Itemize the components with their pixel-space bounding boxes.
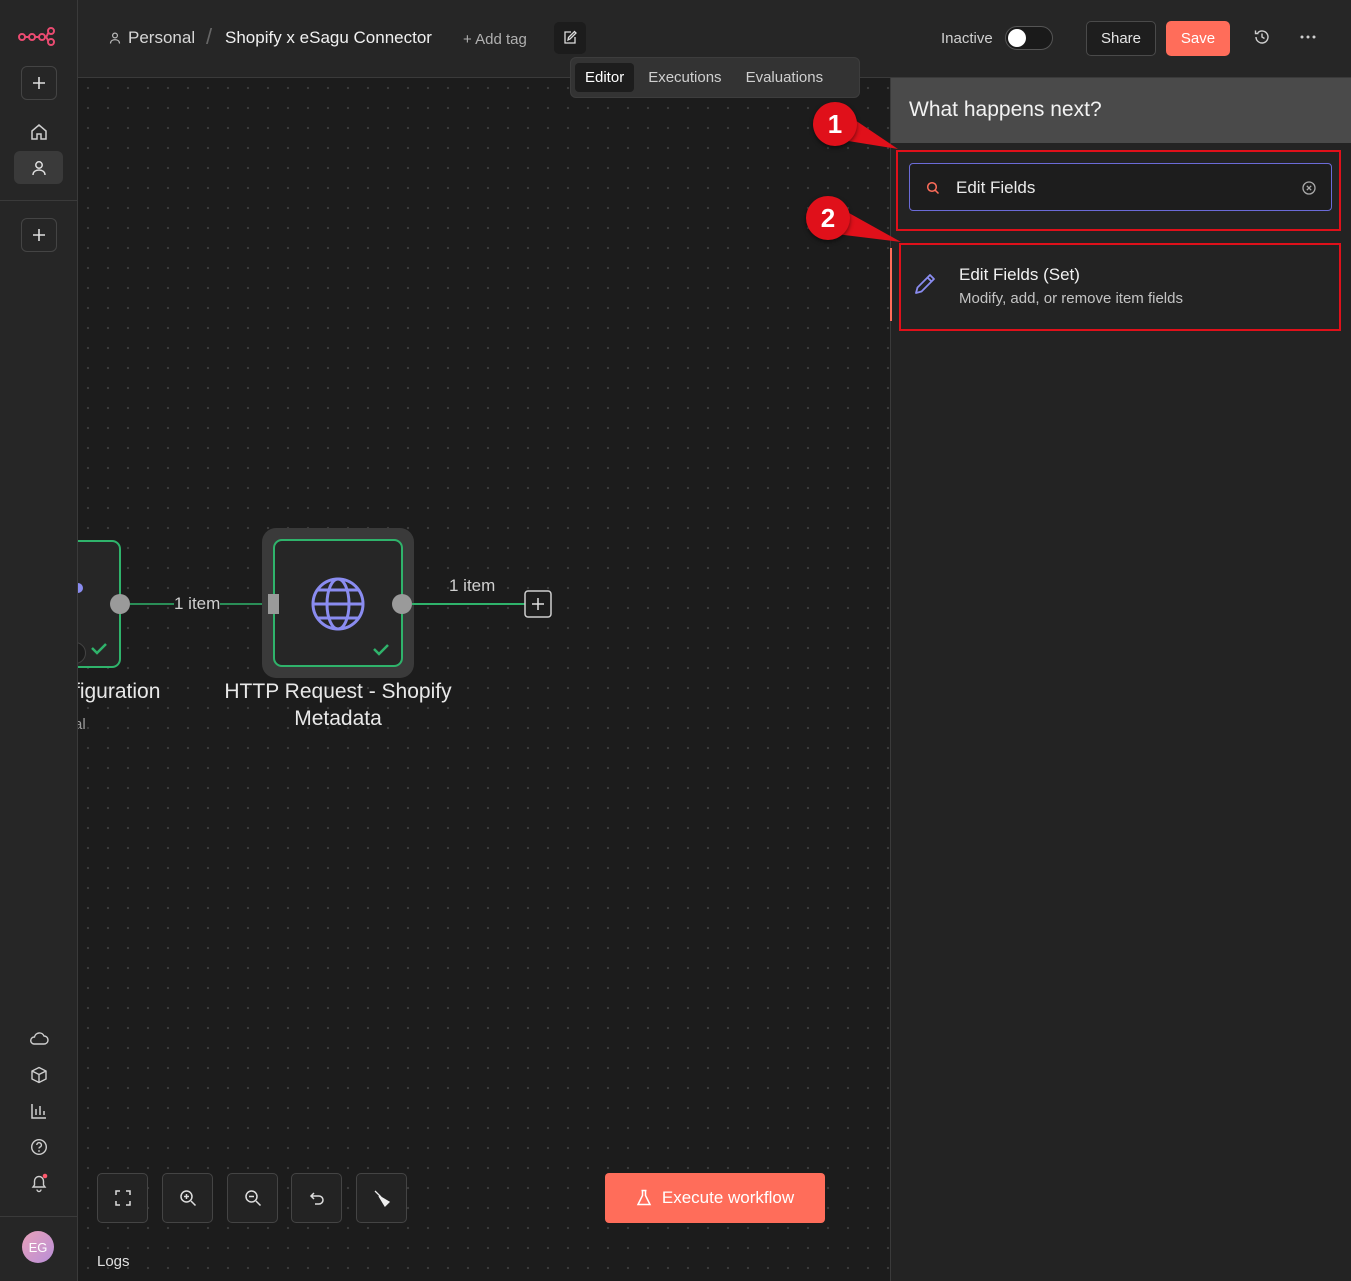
note-edit-icon (564, 30, 577, 44)
cloud-icon (29, 1031, 49, 1045)
cloud-nav[interactable] (14, 1022, 63, 1055)
add-project-button[interactable] (21, 218, 57, 252)
history-icon (1254, 30, 1269, 44)
zoom-out-icon (244, 1190, 261, 1207)
n8n-logo[interactable] (18, 24, 56, 46)
home-icon (30, 123, 47, 140)
config-node-sublabel: al (78, 716, 86, 733)
config-node-label: figuration (78, 680, 161, 703)
more-options-button[interactable] (1298, 28, 1318, 46)
home-nav[interactable] (14, 115, 63, 148)
http-node-label-line2: Metadata (294, 707, 382, 730)
execute-workflow-label: Execute workflow (661, 1188, 795, 1207)
fit-view-button[interactable] (97, 1173, 148, 1223)
user-icon (31, 160, 46, 175)
workflow-name[interactable]: Shopify x eSagu Connector (225, 28, 432, 48)
config-output-port (110, 594, 130, 614)
edge-2-item-count: 1 item (449, 576, 496, 595)
insights-nav[interactable] (14, 1094, 63, 1127)
undo-button[interactable] (291, 1173, 342, 1223)
panel-header: What happens next? (891, 78, 1351, 143)
share-button[interactable]: Share (1086, 21, 1156, 56)
http-input-port (268, 594, 279, 614)
edit-description-button[interactable] (554, 22, 586, 54)
more-horizontal-icon (1300, 35, 1316, 39)
active-toggle[interactable] (1005, 26, 1053, 50)
help-nav[interactable] (14, 1130, 63, 1163)
breadcrumb-separator: / (206, 24, 213, 49)
toggle-knob (1008, 29, 1026, 47)
selected-indicator (890, 248, 892, 321)
user-icon (109, 32, 121, 44)
tab-editor[interactable]: Editor (575, 63, 635, 92)
tidy-up-button[interactable] (356, 1173, 407, 1223)
active-status-label: Inactive (941, 30, 993, 47)
bell-icon (31, 1173, 47, 1192)
http-node-label-line1: HTTP Request - Shopify (224, 680, 452, 703)
help-icon (30, 1138, 47, 1155)
execute-workflow-button[interactable]: Execute workflow (605, 1173, 825, 1223)
fullscreen-icon (114, 1190, 131, 1206)
history-button[interactable] (1253, 28, 1271, 46)
annotation-box-1 (896, 150, 1341, 231)
panel-title: What happens next? (909, 98, 1102, 121)
user-avatar[interactable]: EG (22, 1231, 54, 1263)
annotation-badge-1: 1 (813, 102, 857, 146)
notifications-nav[interactable] (14, 1166, 63, 1199)
personal-nav[interactable] (14, 151, 63, 184)
chevron-right-icon (78, 648, 79, 658)
view-tabs: Editor Executions Evaluations (570, 57, 860, 98)
broom-icon (374, 1190, 390, 1208)
breadcrumb-project-label: Personal (128, 28, 196, 47)
annotation-badge-2: 2 (806, 196, 850, 240)
save-button[interactable]: Save (1166, 21, 1230, 56)
zoom-out-button[interactable] (227, 1173, 278, 1223)
zoom-in-button[interactable] (162, 1173, 213, 1223)
http-output-port (392, 594, 412, 614)
breadcrumb-project[interactable]: Personal (108, 28, 195, 48)
workflow-canvas[interactable]: 1 item 1 item figuration al HTTP Request… (78, 78, 890, 1281)
sidebar-divider (0, 1216, 78, 1217)
package-icon (30, 1066, 47, 1083)
sidebar-divider (0, 200, 78, 201)
undo-icon (309, 1192, 324, 1205)
edge-1-item-count: 1 item (174, 594, 221, 614)
create-button[interactable] (21, 66, 57, 100)
plus-icon (33, 229, 45, 241)
zoom-in-icon (179, 1190, 196, 1207)
bar-chart-icon (30, 1103, 46, 1119)
plus-icon (33, 77, 45, 89)
tab-evaluations[interactable]: Evaluations (736, 63, 834, 92)
flask-icon (636, 1189, 652, 1206)
templates-nav[interactable] (14, 1058, 63, 1091)
annotation-box-2 (899, 243, 1341, 331)
http-node-label: HTTP Request - Shopify Metadata (198, 678, 478, 732)
logs-toggle[interactable]: Logs (97, 1253, 130, 1270)
left-sidebar: EG (0, 0, 78, 1281)
add-tag-link[interactable]: + Add tag (463, 31, 527, 48)
tab-executions[interactable]: Executions (638, 63, 731, 92)
